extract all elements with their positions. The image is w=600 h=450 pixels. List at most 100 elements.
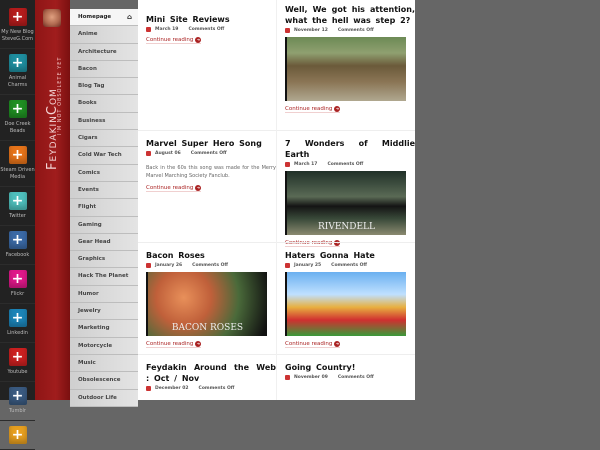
- post-comments[interactable]: Comments Off: [188, 27, 224, 32]
- plus-icon: +: [8, 54, 27, 72]
- continue-reading-link[interactable]: Continue reading➜: [146, 37, 202, 44]
- post-title[interactable]: Going Country!: [285, 362, 415, 373]
- nav-item-architecture[interactable]: Architecture: [70, 43, 138, 61]
- nav-item-label: Cold War Tech: [78, 152, 122, 159]
- post-title[interactable]: Well, We got his attention, what the hel…: [285, 4, 415, 26]
- nav-item-blog-tag[interactable]: Blog Tag: [70, 78, 138, 96]
- calendar-icon: [146, 151, 151, 156]
- nav-item-music[interactable]: Music: [70, 354, 138, 373]
- continue-reading-link[interactable]: Continue reading➜: [285, 341, 341, 348]
- nav-item-business[interactable]: Business: [70, 112, 138, 131]
- plus-icon: +: [8, 387, 27, 405]
- post-date: November 09: [294, 375, 328, 380]
- nav-item-bacon[interactable]: Bacon: [70, 60, 138, 79]
- arrow-right-icon: ➜: [195, 341, 202, 347]
- social-link[interactable]: + Twitter: [0, 192, 35, 226]
- continue-reading-link[interactable]: Continue reading➜: [146, 185, 202, 192]
- plus-icon: +: [8, 8, 27, 26]
- post-comments[interactable]: Comments Off: [338, 28, 374, 33]
- nav-item-hack-the-planet[interactable]: Hack The Planet: [70, 268, 138, 286]
- nav-item-comics[interactable]: Comics: [70, 164, 138, 182]
- post-title[interactable]: 7 Wonders of Middlie Earth: [285, 138, 415, 160]
- social-link[interactable]: + Youtube: [0, 348, 35, 382]
- social-link[interactable]: + Flickr: [0, 270, 35, 304]
- nav-item-cigars[interactable]: Cigars: [70, 130, 138, 148]
- nav-item-flight[interactable]: Flight: [70, 199, 138, 217]
- post-card: 7 Wonders of Middlie Earth March 17 Comme…: [285, 138, 415, 247]
- social-link[interactable]: +: [0, 426, 35, 450]
- social-link[interactable]: + Linkedin: [0, 309, 35, 343]
- nav-item-obsolescence[interactable]: Obsolescence: [70, 372, 138, 390]
- nav-item-motorcycle[interactable]: Motorcycle: [70, 337, 138, 355]
- post-card: Well, We got his attention, what the hel…: [285, 4, 415, 113]
- post-comments[interactable]: Comments Off: [327, 162, 363, 167]
- post-meta: November 12 Comments Off: [285, 28, 415, 33]
- nav-item-label: Flight: [78, 204, 97, 211]
- post-title[interactable]: Haters Gonna Hate: [285, 250, 415, 261]
- social-link[interactable]: + Tumblr: [0, 387, 35, 421]
- post-excerpt: Back in the 60s this song was made for t…: [146, 165, 276, 179]
- continue-reading-label: Continue reading: [285, 240, 333, 246]
- arrow-right-icon: ➜: [195, 185, 202, 191]
- calendar-icon: [285, 162, 290, 167]
- image-caption: BACON ROSES: [171, 323, 244, 333]
- post-comments[interactable]: Comments Off: [331, 263, 367, 268]
- nav-item-books[interactable]: Books: [70, 95, 138, 113]
- avatar: [43, 9, 61, 27]
- social-link[interactable]: + My New Blog SteveG.Com: [0, 8, 35, 49]
- post-card: Bacon Roses January 26 Comments Off BACON …: [146, 250, 276, 348]
- post-date: August 06: [155, 151, 181, 156]
- nav-item-label: Blog Tag: [78, 83, 105, 90]
- nav-item-label: Motorcycle: [78, 342, 113, 349]
- arrow-right-icon: ➜: [195, 37, 202, 43]
- nav-item-marketing[interactable]: Marketing: [70, 320, 138, 338]
- plus-icon: +: [8, 309, 27, 327]
- nav-item-gear-head[interactable]: Gear Head: [70, 233, 138, 252]
- nav-item-events[interactable]: Events: [70, 181, 138, 200]
- nav-item-cold-war-tech[interactable]: Cold War Tech: [70, 147, 138, 165]
- nav-item-humor[interactable]: Humor: [70, 285, 138, 304]
- nav-item-homepage[interactable]: Homepage ⌂: [70, 9, 138, 27]
- social-link[interactable]: + Doe Creek Beads: [0, 100, 35, 141]
- social-link-label: Doe Creek Beads: [4, 121, 31, 134]
- nav-item-graphics[interactable]: Graphics: [70, 251, 138, 269]
- post-comments[interactable]: Comments Off: [192, 263, 228, 268]
- post-comments[interactable]: Comments Off: [338, 375, 374, 380]
- continue-reading-link[interactable]: Continue reading➜: [285, 106, 341, 113]
- nav-item-label: Homepage: [78, 14, 112, 20]
- nav-item-jewelry[interactable]: Jewelry: [70, 303, 138, 321]
- post-title[interactable]: Bacon Roses: [146, 250, 276, 261]
- plus-icon: +: [8, 100, 27, 118]
- calendar-icon: [146, 263, 151, 268]
- arrow-right-icon: ➜: [334, 106, 341, 112]
- nav-item-outdoor-life[interactable]: Outdoor Life: [70, 389, 138, 407]
- social-link[interactable]: + Facebook: [0, 231, 35, 265]
- plus-icon: +: [8, 146, 27, 164]
- home-icon: ⌂: [126, 13, 132, 21]
- social-link[interactable]: + Steam Driven Media: [0, 146, 35, 187]
- post-image[interactable]: RIVENDELL: [285, 171, 406, 235]
- post-image[interactable]: BACON ROSES: [146, 272, 267, 336]
- social-link[interactable]: + Animal Charms: [0, 54, 35, 95]
- post-title[interactable]: Marvel Super Hero Song: [146, 138, 276, 149]
- post-title[interactable]: Mini Site Reviews: [146, 14, 276, 25]
- nav-item-gaming[interactable]: Gaming: [70, 216, 138, 234]
- post-image[interactable]: [285, 272, 406, 336]
- calendar-icon: [146, 386, 151, 391]
- nav-item-label: Cigars: [78, 135, 98, 142]
- post-card: Haters Gonna Hate January 25 Comments Off…: [285, 250, 415, 348]
- social-link-label: Steam Driven Media: [0, 167, 35, 180]
- post-comments[interactable]: Comments Off: [199, 386, 235, 391]
- continue-reading-link[interactable]: Continue reading➜: [146, 341, 202, 348]
- social-link-label: Flickr: [10, 291, 25, 297]
- nav-item-anime[interactable]: Anime: [70, 26, 138, 44]
- post-comments[interactable]: Comments Off: [191, 151, 227, 156]
- plus-icon: +: [8, 231, 27, 249]
- post-title[interactable]: Feydakin Around the Web : Oct / Nov: [146, 362, 276, 384]
- post-date: March 17: [294, 162, 318, 167]
- plus-icon: +: [8, 270, 27, 288]
- post-image[interactable]: [285, 37, 406, 101]
- plus-icon: +: [8, 348, 27, 366]
- column-divider: [276, 0, 277, 400]
- calendar-icon: [285, 28, 290, 33]
